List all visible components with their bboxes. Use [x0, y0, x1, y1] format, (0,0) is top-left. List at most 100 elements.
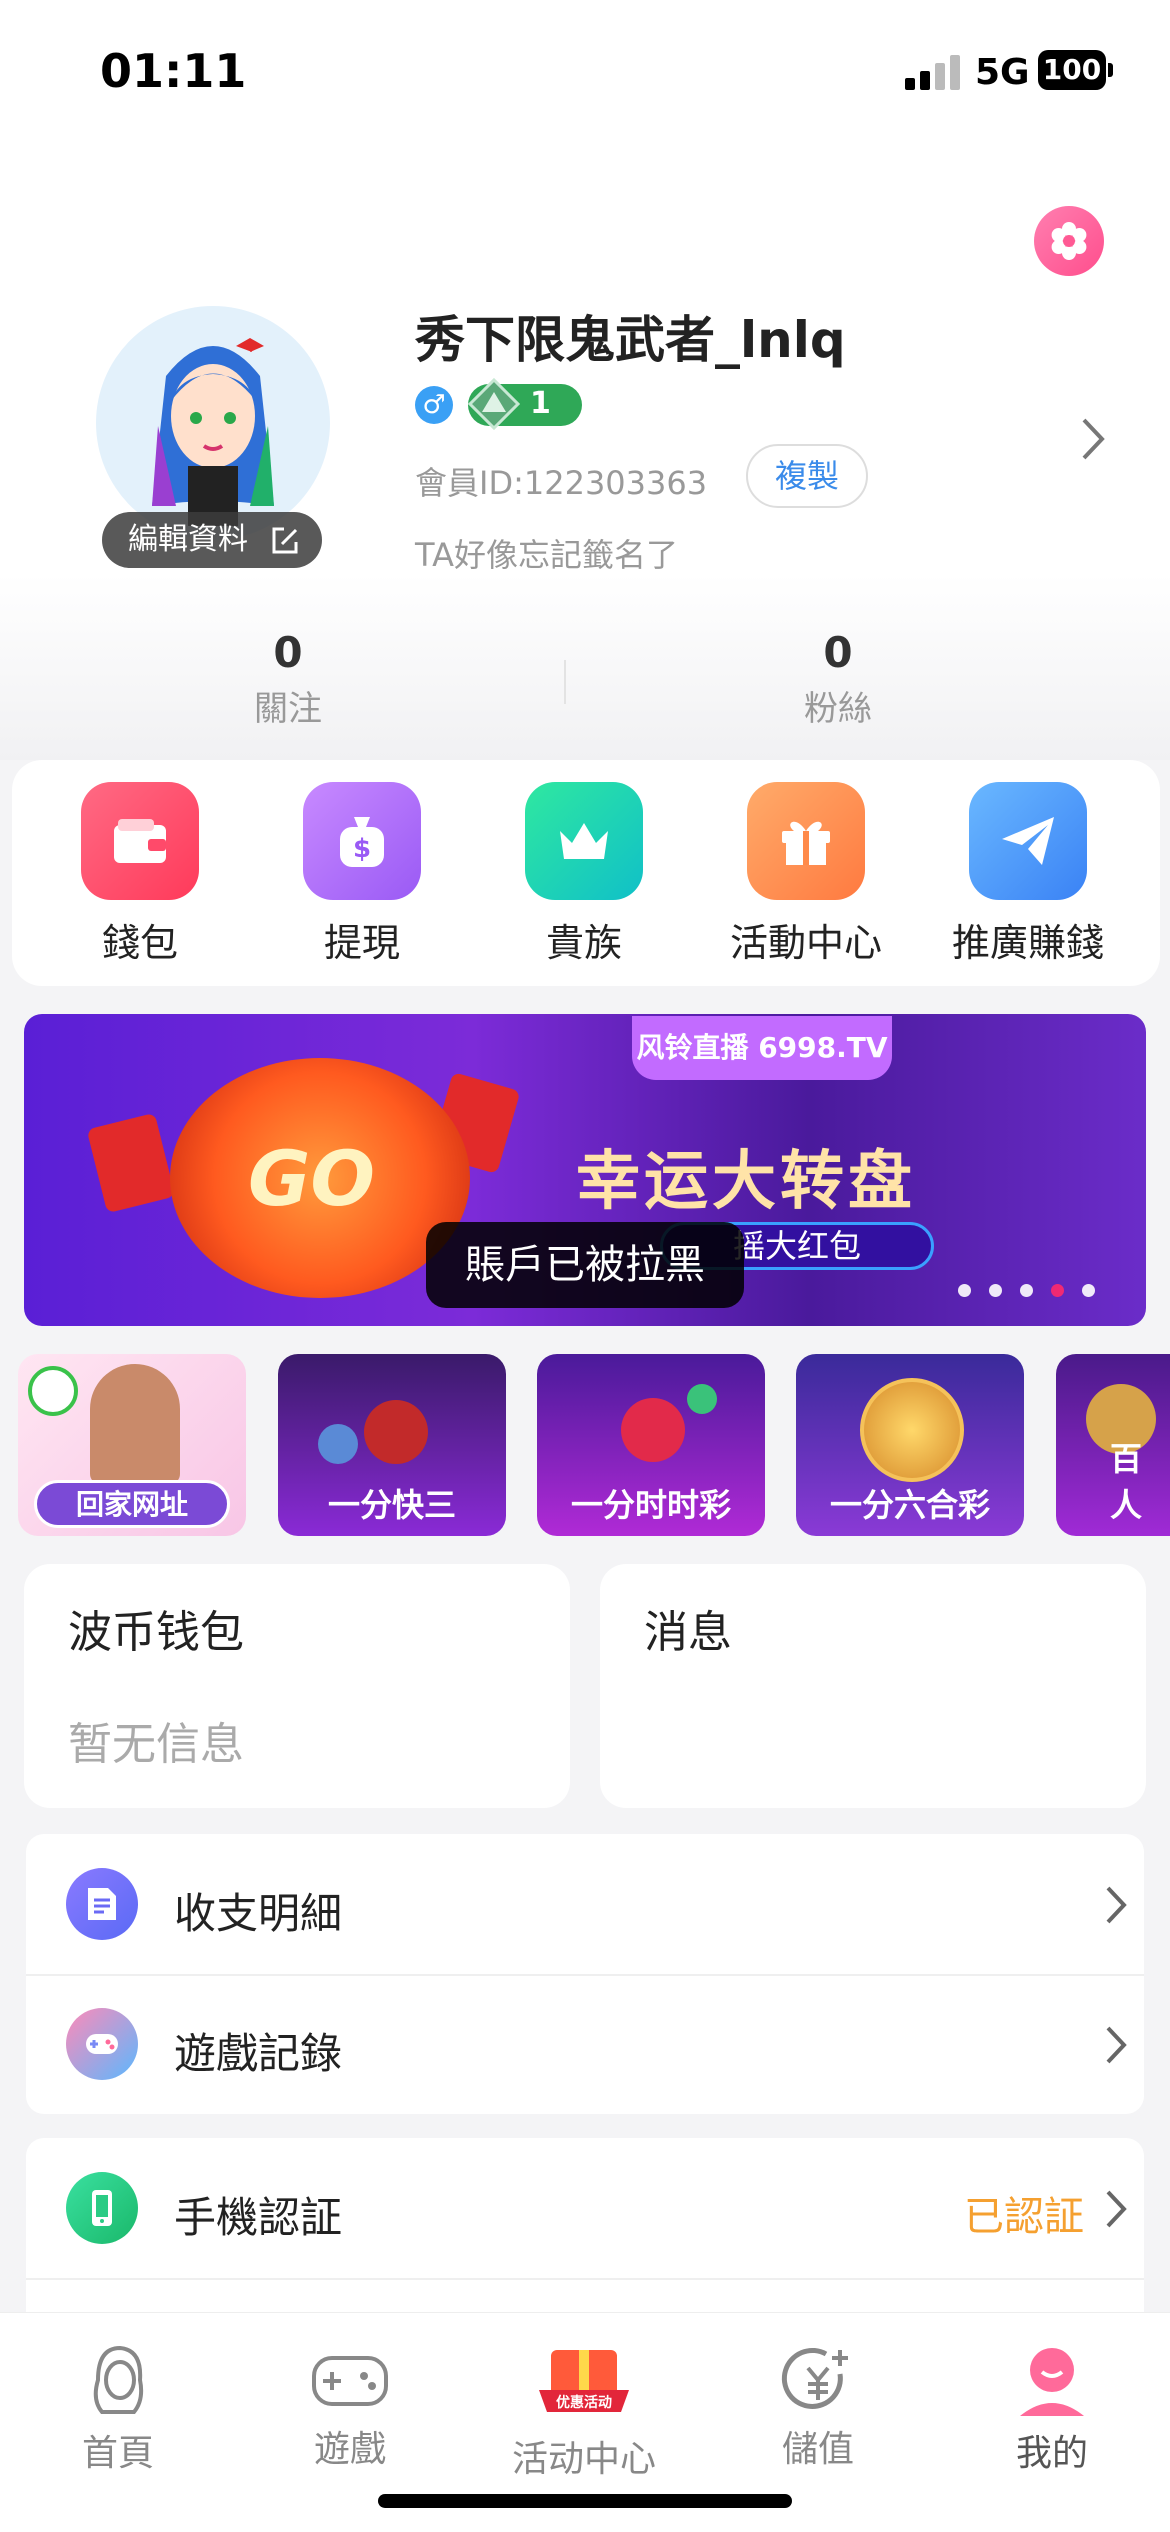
copy-button[interactable]: 複製	[746, 444, 868, 508]
status-time: 01:11	[100, 44, 247, 98]
yuan-plus-icon	[781, 2347, 848, 2409]
lottery-ball-graphic	[687, 1384, 717, 1414]
stat-followers-label: 粉絲	[804, 689, 872, 729]
quick-action-withdraw-label: 提現	[323, 921, 400, 965]
nav-games[interactable]: 遊戲	[260, 2344, 440, 2472]
chevron-right-icon[interactable]	[1078, 414, 1108, 464]
stat-followers[interactable]: 0 粉絲	[738, 628, 938, 730]
banner-logo: 风铃直播 6998.TV	[632, 1016, 892, 1080]
chevron-right-icon	[1106, 1886, 1127, 1924]
gift-icon	[747, 782, 865, 900]
home-indicator	[378, 2494, 792, 2508]
quick-action-noble[interactable]: 貴族	[484, 782, 684, 967]
list-item-game-records[interactable]: 遊戲記錄	[26, 1974, 1144, 2114]
list-item-game-records-label: 遊戲記錄	[174, 2029, 343, 2078]
settings-button[interactable]	[1034, 206, 1104, 276]
phone-icon	[66, 2172, 138, 2244]
dice-graphic	[364, 1400, 428, 1464]
quick-action-promote[interactable]: 推廣賺錢	[928, 782, 1128, 967]
gamepad-icon	[312, 2356, 388, 2406]
ball-graphic	[318, 1424, 358, 1464]
edit-icon	[272, 527, 298, 554]
quick-action-withdraw[interactable]: $ 提現	[262, 782, 462, 967]
quick-action-activity-center-label: 活動中心	[729, 921, 882, 965]
wallet-icon	[81, 782, 199, 900]
pagination-dot-active[interactable]	[1051, 1284, 1064, 1297]
quick-action-wallet[interactable]: 錢包	[40, 782, 240, 967]
quick-action-activity-center[interactable]: 活動中心	[706, 782, 906, 967]
chevron-right-icon	[1106, 2190, 1127, 2228]
nickname: 秀下限鬼武者_lnlq	[415, 311, 846, 369]
nav-recharge[interactable]: 儲值	[728, 2344, 908, 2472]
game-tile-hundred-label: 百人	[1110, 1440, 1143, 1524]
game-tile-home-url[interactable]: 回家网址	[18, 1354, 246, 1536]
stat-divider	[564, 660, 566, 704]
game-tile-ssc-label: 一分时时彩	[570, 1486, 731, 1524]
paper-plane-icon	[969, 782, 1087, 900]
quick-action-wallet-label: 錢包	[101, 921, 178, 965]
nav-activity-center-label: 活动中心	[511, 2439, 656, 2480]
money-bag-icon: $	[303, 782, 421, 900]
nav-mine-label: 我的	[1015, 2433, 1088, 2474]
game-tile-ssc[interactable]: 一分时时彩	[537, 1354, 765, 1536]
edit-profile-label: 編輯資料	[128, 522, 248, 557]
flower-settings-icon	[1051, 222, 1087, 260]
crown-icon	[525, 782, 643, 900]
game-tile-mark-six[interactable]: 一分六合彩	[796, 1354, 1024, 1536]
avatar[interactable]	[96, 306, 330, 540]
user-icon	[1020, 2348, 1084, 2416]
avatar-illustration	[152, 338, 274, 526]
coin-wallet-empty-text: 暂无信息	[68, 1719, 244, 1770]
stat-following-count: 0	[273, 628, 303, 677]
stat-following[interactable]: 0 關注	[188, 628, 388, 730]
gamepad-icon	[66, 2008, 138, 2080]
banner-pagination	[958, 1282, 1113, 1301]
svg-text:优惠活动: 优惠活动	[556, 2394, 612, 2411]
pagination-dot[interactable]	[1020, 1284, 1033, 1297]
game-tile-quick-three[interactable]: 一分快三	[278, 1354, 506, 1536]
nav-games-label: 遊戲	[313, 2429, 386, 2470]
edit-profile-button[interactable]: 編輯資料	[102, 512, 322, 568]
game-tile-quick-three-label: 一分快三	[327, 1486, 456, 1524]
coin-wallet-card[interactable]: 波币钱包 暂无信息	[24, 1564, 570, 1808]
nav-recharge-label: 儲值	[781, 2429, 854, 2470]
pagination-dot[interactable]	[989, 1284, 1002, 1297]
document-icon	[66, 1868, 138, 1940]
model-photo	[90, 1364, 180, 1484]
girl-avatar-icon	[93, 2345, 144, 2414]
svg-text:$: $	[353, 834, 371, 864]
signal-icon	[905, 52, 961, 90]
nav-home-label: 首頁	[81, 2433, 154, 2474]
chevron-right-icon	[1106, 2026, 1127, 2064]
pagination-dot[interactable]	[958, 1284, 971, 1297]
nav-home[interactable]: 首頁	[28, 2340, 208, 2476]
battery-tip	[1108, 63, 1113, 77]
banner-wheel-text: GO	[248, 1134, 375, 1223]
verification-status: 已認証	[964, 2194, 1084, 2240]
stat-following-label: 關注	[254, 689, 322, 729]
network-type: 5G	[975, 52, 1030, 93]
promo-gift-icon: 优惠活动	[539, 2350, 629, 2412]
list-item-transactions-label: 收支明細	[174, 1889, 343, 1938]
records-list: 收支明細 遊戲記錄	[26, 1834, 1144, 2114]
nav-mine[interactable]: 我的	[962, 2340, 1142, 2476]
quick-action-promote-label: 推廣賺錢	[951, 921, 1104, 965]
game-tile-hundred[interactable]: 百人	[1056, 1354, 1170, 1536]
game-tile-mark-six-label: 一分六合彩	[829, 1486, 990, 1524]
message-title: 消息	[644, 1607, 732, 1658]
member-id: 會員ID:122303363	[415, 464, 708, 502]
message-card[interactable]: 消息	[600, 1564, 1146, 1808]
stat-followers-count: 0	[823, 628, 853, 677]
level-gem-icon	[468, 378, 520, 430]
toast-message: 賬戶已被拉黑	[426, 1222, 744, 1308]
settings-list: 手機認証 已認証	[26, 2138, 1144, 2338]
level-number: 1	[530, 386, 551, 421]
male-gender-icon: ♂	[415, 386, 453, 424]
list-item-transactions[interactable]: 收支明細	[26, 1834, 1144, 1974]
nav-activity-center[interactable]: 优惠活动 活动中心	[494, 2336, 674, 2482]
list-item-phone-verification[interactable]: 手機認証 已認証	[26, 2138, 1144, 2278]
banner-title: 幸运大转盘	[576, 1145, 916, 1219]
pagination-dot[interactable]	[1082, 1284, 1095, 1297]
lottery-cage-graphic	[860, 1378, 964, 1482]
list-item-phone-verification-label: 手機認証	[174, 2193, 343, 2242]
